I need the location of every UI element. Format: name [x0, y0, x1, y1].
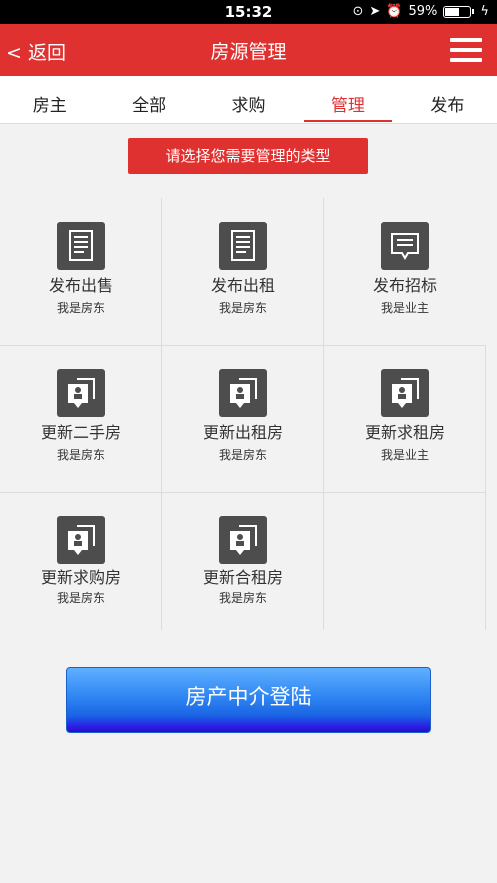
grid-item-update-rental[interactable]: 更新出租房 我是房东 — [162, 345, 324, 492]
location-icon: ➤ — [369, 4, 381, 19]
grid-item-title: 更新二手房 — [40, 423, 121, 442]
grid-item-subtitle: 我是房东 — [56, 591, 105, 605]
grid-item-title: 更新求购房 — [40, 568, 121, 587]
status-icons: ⊙ ➤ ⏰ 59% ϟ — [353, 4, 489, 19]
grid-item-title: 发布招标 — [372, 276, 437, 295]
grid-item-update-shared-rent[interactable]: 更新合租房 我是房东 — [162, 492, 324, 639]
grid-item-title: 更新出租房 — [202, 423, 283, 442]
grid-item-subtitle: 我是房东 — [218, 591, 267, 605]
tab-manage[interactable]: 管理 — [298, 76, 397, 123]
grid-item-subtitle: 我是房东 — [218, 301, 267, 315]
page-title: 房源管理 — [210, 41, 287, 63]
grid-item-subtitle: 我是业主 — [380, 448, 429, 462]
rotation-lock-icon: ⊙ — [352, 4, 364, 19]
tab-publish[interactable]: 发布 — [398, 76, 497, 123]
battery-percent: 59% — [408, 4, 438, 19]
grid-item-subtitle: 我是房东 — [218, 448, 267, 462]
grid-item-update-wanted-buy[interactable]: 更新求购房 我是房东 — [0, 492, 162, 639]
status-bar: 15:32 ⊙ ➤ ⏰ 59% ϟ — [0, 0, 497, 24]
agent-login-button[interactable]: 房产中介登陆 — [66, 667, 431, 733]
grid-item-title: 更新合租房 — [202, 568, 283, 587]
contact-card-icon — [57, 516, 105, 564]
grid-item-publish-tender[interactable]: 发布招标 我是业主 — [324, 198, 486, 345]
menu-icon[interactable] — [450, 38, 482, 64]
document-icon — [57, 222, 105, 270]
contact-card-icon — [57, 369, 105, 417]
contact-card-icon — [219, 369, 267, 417]
battery-icon — [443, 5, 472, 18]
nav-bar: < 返回 房源管理 — [0, 24, 497, 76]
contact-card-icon — [219, 516, 267, 564]
message-icon — [381, 222, 429, 270]
grid-item-publish-sale[interactable]: 发布出售 我是房东 — [0, 198, 162, 345]
alarm-icon: ⏰ — [386, 4, 403, 19]
tab-bar: 房主 全部 求购 管理 发布 — [0, 76, 497, 124]
grid-item-title: 更新求租房 — [364, 423, 445, 442]
grid-item-subtitle: 我是房东 — [56, 448, 105, 462]
tab-all[interactable]: 全部 — [99, 76, 198, 123]
grid-item-publish-rent[interactable]: 发布出租 我是房东 — [162, 198, 324, 345]
grid-item-update-wanted-rent[interactable]: 更新求租房 我是业主 — [324, 345, 486, 492]
tab-owner[interactable]: 房主 — [0, 76, 99, 123]
grid-item-title: 发布出租 — [210, 276, 275, 295]
contact-card-icon — [381, 369, 429, 417]
document-icon — [219, 222, 267, 270]
grid-item-subtitle: 我是房东 — [56, 301, 105, 315]
charging-icon: ϟ — [480, 4, 489, 19]
battery-tip — [472, 9, 475, 14]
grid-item-update-second-hand[interactable]: 更新二手房 我是房东 — [0, 345, 162, 492]
grid-item-subtitle: 我是业主 — [380, 301, 429, 315]
grid-item-title: 发布出售 — [48, 276, 113, 295]
type-select-banner: 请选择您需要管理的类型 — [128, 138, 368, 174]
tab-wanted[interactable]: 求购 — [199, 76, 298, 123]
